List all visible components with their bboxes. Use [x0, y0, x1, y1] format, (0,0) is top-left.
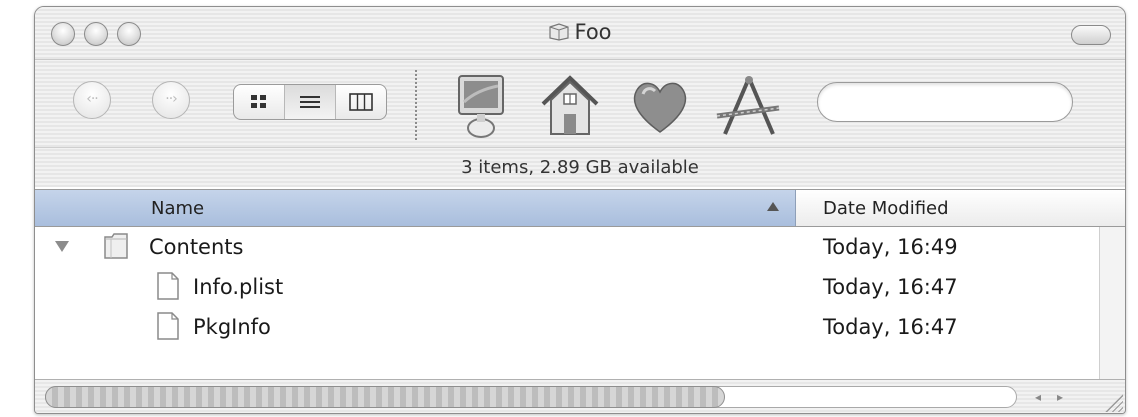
list-item-name: Info.plist [193, 275, 284, 299]
window-title: Foo [35, 20, 1125, 44]
computer-icon[interactable] [447, 72, 517, 140]
toolbar-separator [415, 70, 417, 140]
list-item[interactable]: Info.plist Today, 16:47 [35, 267, 1125, 307]
document-icon [157, 272, 179, 300]
vertical-scrollbar[interactable] [1099, 227, 1125, 379]
finder-window: Foo ‹·· ··› 3 items, 2.89 GB available N… [34, 6, 1126, 414]
list-item[interactable]: PkgInfo Today, 16:47 [35, 307, 1125, 347]
list-item-name: PkgInfo [193, 315, 271, 339]
icon-view-icon [251, 95, 266, 108]
column-view-icon [349, 93, 373, 111]
list-item-date: Today, 16:49 [823, 235, 958, 259]
icon-view-button[interactable] [234, 85, 285, 119]
window-title-text: Foo [574, 20, 612, 44]
forward-arrow-icon: ··› [165, 91, 177, 107]
resize-grip-icon[interactable] [1101, 390, 1123, 412]
document-icon [157, 312, 179, 340]
disclosure-triangle-icon[interactable] [55, 241, 69, 252]
package-icon [549, 23, 570, 41]
file-list: Contents Today, 16:49 Info.plist Today, … [35, 227, 1125, 377]
status-bar: 3 items, 2.89 GB available [35, 147, 1125, 188]
toolbar-toggle-button[interactable] [1071, 25, 1111, 45]
applications-icon[interactable] [713, 72, 783, 140]
back-button[interactable]: ‹·· [73, 81, 111, 119]
scrollbar-thumb[interactable] [45, 386, 725, 408]
scroll-right-arrow-icon[interactable]: ▸ [1049, 386, 1071, 408]
home-icon[interactable] [535, 72, 605, 140]
list-item-name: Contents [149, 235, 244, 259]
horizontal-scrollbar: ◂ ▸ [35, 379, 1125, 413]
list-item-date: Today, 16:47 [823, 275, 958, 299]
forward-button[interactable]: ··› [152, 81, 190, 119]
view-mode-control [233, 84, 387, 120]
list-view-icon [300, 96, 320, 108]
folder-icon [104, 233, 128, 259]
name-column-header[interactable]: Name [35, 190, 796, 226]
title-bar: Foo [35, 7, 1125, 60]
status-text: 3 items, 2.89 GB available [461, 157, 699, 178]
column-view-button[interactable] [336, 85, 386, 119]
favorites-heart-icon[interactable] [625, 72, 695, 140]
window-chrome: Foo ‹·· ··› 3 items, 2.89 GB available [35, 7, 1125, 187]
sort-ascending-icon [767, 202, 779, 211]
toolbar: ‹·· ··› [35, 60, 1125, 146]
back-arrow-icon: ‹·· [86, 91, 98, 107]
list-header: Name Date Modified [35, 189, 1125, 227]
date-modified-column-label: Date Modified [823, 198, 949, 219]
list-item[interactable]: Contents Today, 16:49 [35, 227, 1125, 267]
name-column-label: Name [151, 198, 205, 219]
list-view-button[interactable] [285, 85, 336, 119]
search-field[interactable] [817, 82, 1073, 122]
date-modified-column-header[interactable]: Date Modified [823, 198, 949, 219]
scroll-left-arrow-icon[interactable]: ◂ [1027, 386, 1049, 408]
list-item-date: Today, 16:47 [823, 315, 958, 339]
